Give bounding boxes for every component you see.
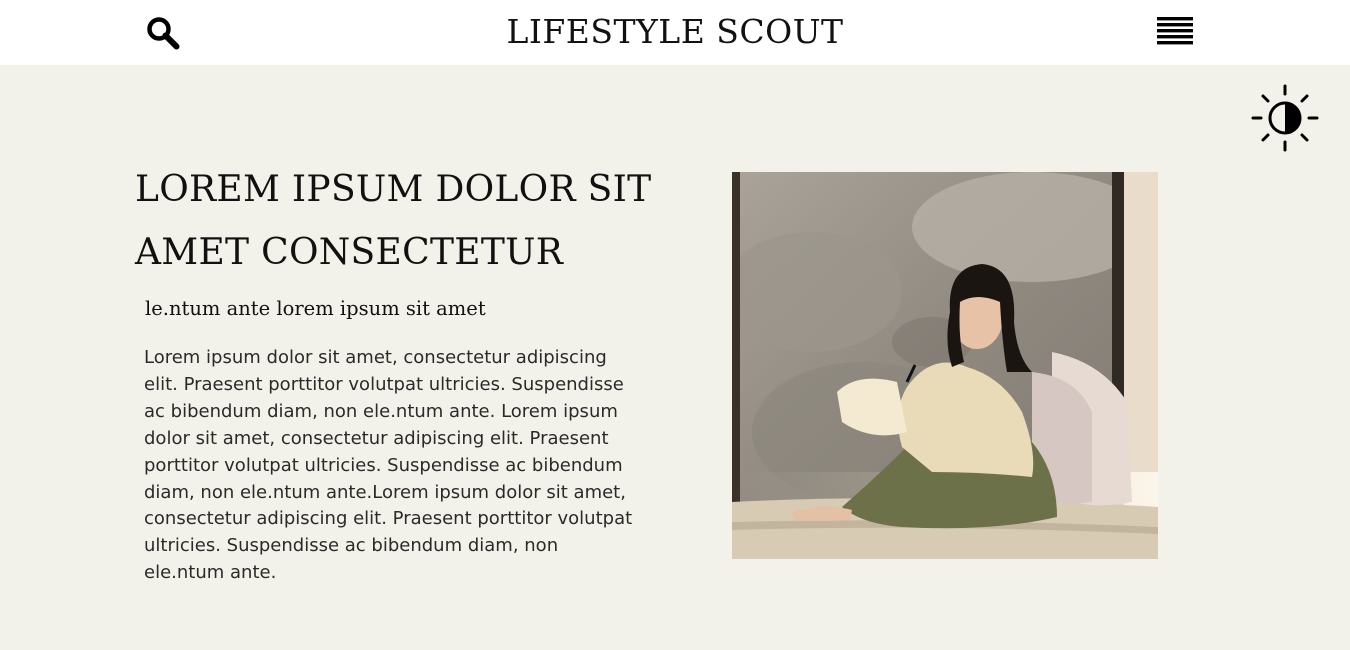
hero-photo [732,172,1158,559]
article-headline: LOREM IPSUM DOLOR SIT AMET CONSECTETUR [135,169,652,273]
article-subheading: le.ntum ante lorem ipsum sit amet [145,297,486,320]
contrast-sun-icon [1251,84,1319,152]
article-body: Lorem ipsum dolor sit amet, consectetur … [144,347,633,584]
search-button[interactable] [144,14,184,54]
woman-reading-photo [732,172,1158,559]
hamburger-menu-icon [1157,17,1193,45]
search-icon [147,17,180,50]
theme-toggle-button[interactable] [1250,83,1320,153]
menu-button[interactable] [1155,15,1195,50]
site-title[interactable]: LIFESTYLE SCOUT [0,10,1350,54]
top-navigation-bar: LIFESTYLE SCOUT [0,0,1350,65]
